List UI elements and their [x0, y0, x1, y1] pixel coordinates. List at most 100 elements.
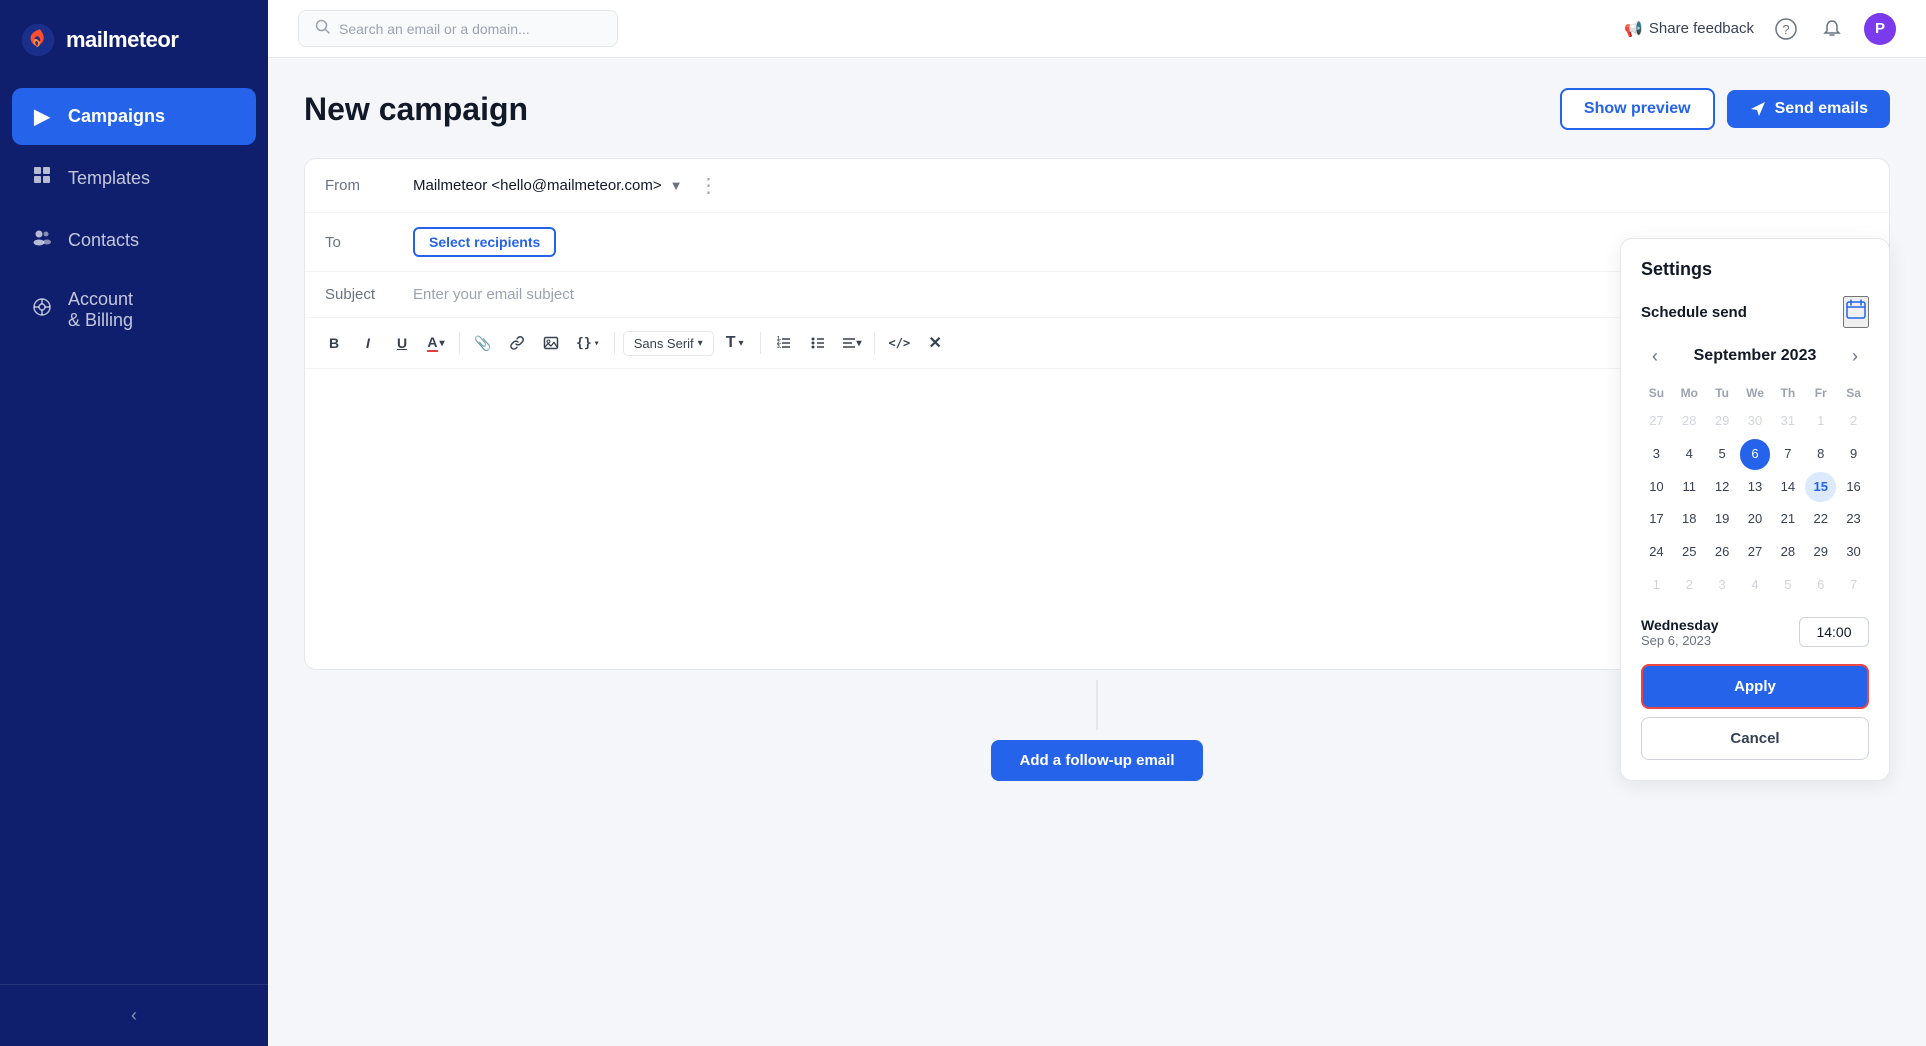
image-button[interactable]	[536, 328, 566, 358]
calendar-day[interactable]: 18	[1674, 504, 1705, 535]
calendar-day[interactable]: 27	[1740, 537, 1771, 568]
calendar-grid: SuMoTuWeThFrSa27282930311234567891011121…	[1641, 382, 1869, 601]
calendar-day[interactable]: 19	[1707, 504, 1738, 535]
calendar-day[interactable]: 30	[1838, 537, 1869, 568]
calendar-day: 7	[1838, 570, 1869, 601]
sidebar-item-contacts[interactable]: Contacts	[12, 211, 256, 269]
calendar-day-header: Sa	[1838, 382, 1869, 404]
app-name: mailmeteor	[66, 27, 178, 53]
select-recipients-button[interactable]: Select recipients	[413, 227, 556, 257]
sidebar: mailmeteor ▶ Campaigns Templates Contact…	[0, 0, 268, 1046]
calendar-next-button[interactable]: ›	[1841, 342, 1869, 370]
calendar-day: 3	[1707, 570, 1738, 601]
clear-format-button[interactable]: ✕	[920, 328, 950, 358]
from-field: From Mailmeteor <hello@mailmeteor.com> ▼…	[305, 159, 1889, 213]
calendar-day[interactable]: 23	[1838, 504, 1869, 535]
unordered-list-button[interactable]	[803, 328, 833, 358]
calendar: ‹ September 2023 › SuMoTuWeThFrSa2728293…	[1641, 342, 1869, 601]
mailmeteor-logo-icon	[20, 22, 56, 58]
notifications-button[interactable]	[1818, 15, 1846, 43]
sidebar-item-account-billing[interactable]: Account & Billing	[12, 273, 256, 347]
show-preview-button[interactable]: Show preview	[1560, 88, 1715, 130]
calendar-day: 1	[1805, 406, 1836, 437]
calendar-day[interactable]: 4	[1674, 439, 1705, 470]
calendar-day[interactable]: 5	[1707, 439, 1738, 470]
calendar-day[interactable]: 25	[1674, 537, 1705, 568]
contacts-icon	[30, 227, 54, 253]
calendar-day: 5	[1772, 570, 1803, 601]
link-button[interactable]	[502, 328, 532, 358]
calendar-day[interactable]: 11	[1674, 472, 1705, 503]
calendar-day[interactable]: 9	[1838, 439, 1869, 470]
bold-button[interactable]: B	[319, 328, 349, 358]
calendar-day[interactable]: 21	[1772, 504, 1803, 535]
text-color-button[interactable]: A ▾	[421, 328, 451, 358]
from-label: From	[325, 177, 397, 194]
calendar-day[interactable]: 22	[1805, 504, 1836, 535]
sidebar-item-campaigns[interactable]: ▶ Campaigns	[12, 88, 256, 145]
calendar-day[interactable]: 8	[1805, 439, 1836, 470]
align-button[interactable]: ▾	[837, 328, 866, 358]
italic-button[interactable]: I	[353, 328, 383, 358]
calendar-day: 31	[1772, 406, 1803, 437]
sidebar-item-templates-label: Templates	[68, 168, 150, 189]
sidebar-item-templates[interactable]: Templates	[12, 149, 256, 207]
calendar-day: 2	[1838, 406, 1869, 437]
share-feedback-button[interactable]: 📢 Share feedback	[1624, 20, 1754, 38]
add-followup-button[interactable]: Add a follow-up email	[991, 740, 1202, 781]
calendar-day[interactable]: 17	[1641, 504, 1672, 535]
calendar-day[interactable]: 24	[1641, 537, 1672, 568]
text-size-button[interactable]: T ▾	[718, 330, 752, 356]
calendar-day[interactable]: 29	[1805, 537, 1836, 568]
calendar-day[interactable]: 28	[1772, 537, 1803, 568]
calendar-day: 2	[1674, 570, 1705, 601]
toolbar-separator-1	[459, 332, 460, 354]
time-input[interactable]	[1799, 617, 1869, 647]
search-bar[interactable]: Search an email or a domain...	[298, 10, 618, 47]
font-family-selector[interactable]: Sans Serif ▾	[623, 331, 714, 356]
chevron-left-icon: ‹	[131, 1005, 137, 1026]
search-input-placeholder: Search an email or a domain...	[339, 21, 530, 37]
selected-date-label: Sep 6, 2023	[1641, 633, 1719, 648]
more-options-button[interactable]: ⋮	[699, 173, 719, 198]
calendar-day: 4	[1740, 570, 1771, 601]
page-content: New campaign Show preview Send emails Fr…	[268, 58, 1926, 1046]
calendar-day-header: We	[1740, 382, 1771, 404]
user-avatar[interactable]: P	[1864, 13, 1896, 45]
attachment-button[interactable]: 📎	[468, 328, 498, 358]
calendar-day[interactable]: 26	[1707, 537, 1738, 568]
page-header: New campaign Show preview Send emails	[304, 88, 1890, 130]
send-emails-button[interactable]: Send emails	[1727, 90, 1890, 128]
calendar-day[interactable]: 10	[1641, 472, 1672, 503]
code-button[interactable]: </>	[883, 328, 917, 358]
selected-date-text: Wednesday Sep 6, 2023	[1641, 617, 1719, 648]
calendar-prev-button[interactable]: ‹	[1641, 342, 1669, 370]
header-actions: Show preview Send emails	[1560, 88, 1890, 130]
calendar-day: 30	[1740, 406, 1771, 437]
svg-text:3.: 3.	[777, 344, 782, 350]
calendar-day[interactable]: 13	[1740, 472, 1771, 503]
calendar-day[interactable]: 16	[1838, 472, 1869, 503]
schedule-row: Schedule send	[1641, 296, 1869, 328]
calendar-day[interactable]: 7	[1772, 439, 1803, 470]
calendar-day[interactable]: 6	[1740, 439, 1771, 470]
calendar-day[interactable]: 14	[1772, 472, 1803, 503]
megaphone-icon: 📢	[1624, 20, 1643, 38]
calendar-day[interactable]: 15	[1805, 472, 1836, 503]
sidebar-collapse-button[interactable]: ‹	[0, 984, 268, 1046]
ordered-list-button[interactable]: 1.2.3.	[769, 328, 799, 358]
calendar-day: 6	[1805, 570, 1836, 601]
calendar-day[interactable]: 12	[1707, 472, 1738, 503]
calendar-toggle-button[interactable]	[1843, 296, 1869, 328]
from-selector[interactable]: Mailmeteor <hello@mailmeteor.com> ▼	[413, 177, 683, 194]
help-button[interactable]: ?	[1772, 15, 1800, 43]
calendar-day-header: Su	[1641, 382, 1672, 404]
sidebar-nav: ▶ Campaigns Templates Contacts Account &…	[0, 88, 268, 984]
cancel-button[interactable]: Cancel	[1641, 717, 1869, 760]
apply-button[interactable]: Apply	[1641, 664, 1869, 709]
calendar-day[interactable]: 20	[1740, 504, 1771, 535]
variables-button[interactable]: {}▾	[570, 328, 606, 358]
calendar-day[interactable]: 3	[1641, 439, 1672, 470]
underline-button[interactable]: U	[387, 328, 417, 358]
calendar-day: 28	[1674, 406, 1705, 437]
